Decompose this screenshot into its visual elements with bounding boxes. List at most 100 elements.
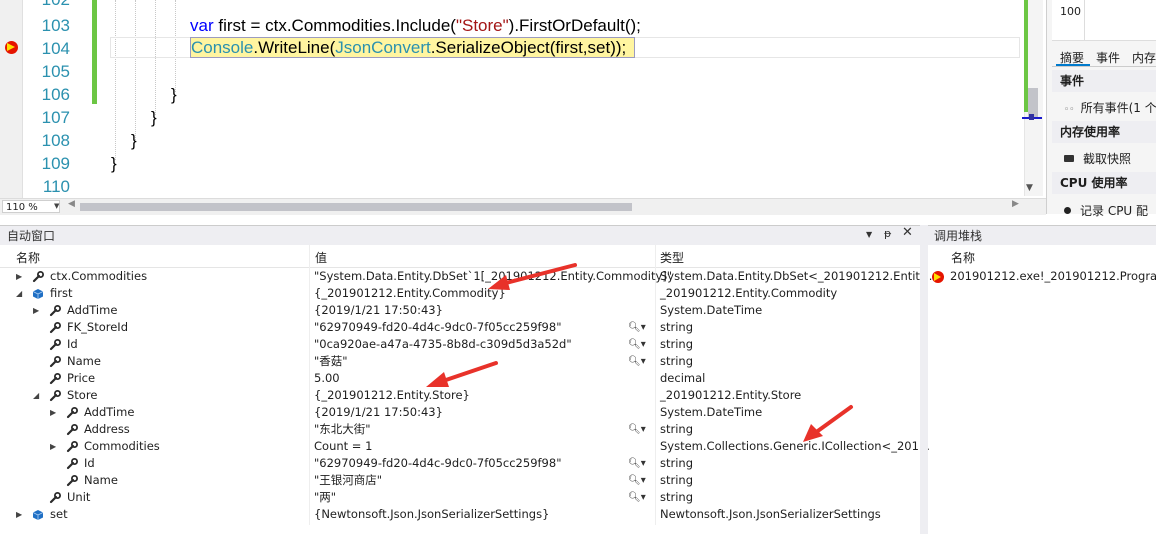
cell-value[interactable]: "王银河商店" (314, 472, 382, 489)
expand-icon[interactable]: ▶ (16, 506, 22, 523)
active-tab-indicator (1056, 64, 1090, 66)
tab-memory[interactable]: 内存 (1132, 49, 1156, 66)
all-events-link[interactable]: ◦◦ 所有事件(1 个 (1064, 99, 1156, 116)
cell-name: ctx.Commodities (50, 269, 148, 283)
change-tracking-bar (92, 0, 97, 104)
property-wrench-icon (32, 271, 44, 283)
text-visualizer-icon[interactable]: 🔍︎▾ (628, 319, 646, 336)
table-row[interactable]: ◢ first {_201901212.Entity.Commodity} _2019… (0, 285, 920, 302)
code-text: ).FirstOrDefault(); (508, 16, 641, 35)
autos-window-titlebar[interactable] (0, 225, 920, 245)
collapse-icon[interactable]: ◢ (33, 387, 39, 404)
filter-icon: ◦◦ (1064, 105, 1075, 115)
text-visualizer-icon[interactable]: 🔍︎▾ (628, 421, 646, 438)
cell-value[interactable]: {2019/1/21 17:50:43} (314, 302, 443, 319)
table-row[interactable]: Id "62970949-fd20-4d4c-9dc0-7f05cc259f98"… (0, 455, 920, 472)
all-events-label: 所有事件(1 个 (1080, 101, 1156, 115)
property-wrench-icon (66, 475, 78, 487)
text-visualizer-icon[interactable]: 🔍︎▾ (628, 472, 646, 489)
pin-icon[interactable]: ᵽ (884, 227, 891, 240)
close-icon[interactable]: ✕ (902, 225, 913, 240)
table-row[interactable]: Unit "两" 🔍︎▾ string (0, 489, 920, 506)
table-row[interactable]: ▶ AddTime {2019/1/21 17:50:43} System.DateT… (0, 404, 920, 421)
table-row[interactable]: Id "0ca920ae-a47a-4735-8b8d-c309d5d3a52d"… (0, 336, 920, 353)
cell-type: string (660, 354, 694, 368)
keyword-var: var (190, 16, 214, 35)
cell-value[interactable]: 5.00 (314, 370, 340, 387)
local-variable-icon (32, 289, 44, 299)
cell-value[interactable]: {Newtonsoft.Json.JsonSerializerSettings} (314, 506, 549, 523)
expand-icon[interactable]: ▶ (50, 404, 56, 421)
cell-type: string (660, 320, 694, 334)
cell-type: string (660, 473, 694, 487)
cell-value[interactable]: "62970949-fd20-4d4c-9dc0-7f05cc259f98" (314, 455, 561, 472)
property-wrench-icon (49, 339, 61, 351)
text-visualizer-icon[interactable]: 🔍︎▾ (628, 489, 646, 506)
scroll-down-icon[interactable]: ▼ (1026, 183, 1033, 193)
table-row[interactable]: FK_StoreId "62970949-fd20-4d4c-9dc0-7f05c… (0, 319, 920, 336)
property-wrench-icon (66, 441, 78, 453)
table-row[interactable]: ▶ AddTime {2019/1/21 17:50:43} System.DateT… (0, 302, 920, 319)
property-wrench-icon (49, 322, 61, 334)
cell-name: AddTime (67, 303, 118, 317)
column-header-name[interactable]: 名称 (16, 249, 40, 266)
cell-value[interactable]: "62970949-fd20-4d4c-9dc0-7f05cc259f98" (314, 319, 561, 336)
chevron-down-icon[interactable]: ▼ (54, 200, 59, 213)
code-line-104[interactable]: Console.WriteLine(JsonConvert.SerializeO… (191, 36, 626, 59)
expand-icon[interactable]: ▶ (33, 302, 39, 319)
take-snapshot-button[interactable]: 截取快照 (1064, 150, 1131, 167)
cell-value[interactable]: "香菇" (314, 353, 348, 370)
cell-name: Name (67, 354, 101, 368)
text-visualizer-icon[interactable]: 🔍︎▾ (628, 336, 646, 353)
table-row[interactable]: ▶ set {Newtonsoft.Json.JsonSerializerSetti… (0, 506, 920, 523)
code-line-103[interactable]: var first = ctx.Commodities.Include("Sto… (190, 14, 641, 37)
editor-horizontal-scroll-thumb[interactable] (80, 203, 632, 211)
code-text: first = ctx.Commodities.Include( (213, 16, 456, 35)
cell-name: Address (84, 422, 130, 436)
cell-value[interactable]: "东北大街" (314, 421, 371, 438)
cell-type: System.DateTime (660, 405, 763, 419)
column-header-value[interactable]: 值 (315, 249, 327, 266)
closing-brace: } (151, 108, 157, 127)
cell-value[interactable]: {2019/1/21 17:50:43} (314, 404, 443, 421)
cell-type: string (660, 490, 694, 504)
graph-divider (1084, 0, 1085, 40)
local-variable-icon (32, 510, 44, 520)
cell-name: Commodities (84, 439, 160, 453)
indent-guide (115, 0, 116, 160)
camera-icon (1064, 155, 1074, 162)
table-row[interactable]: Name "王银河商店" 🔍︎▾ string (0, 472, 920, 489)
table-row[interactable]: Address "东北大街" 🔍︎▾ string (0, 421, 920, 438)
cell-value[interactable]: "两" (314, 489, 336, 506)
code-editor[interactable]: 102 103 104 105 106 107 108 109 110 var … (0, 0, 1046, 214)
breakpoint-margin[interactable] (0, 0, 23, 198)
collapse-icon[interactable]: ◢ (16, 285, 22, 302)
window-menu-chevron-icon[interactable]: ▼ (866, 230, 872, 239)
callstack-column-name[interactable]: 名称 (951, 249, 975, 266)
cell-name: Id (84, 456, 95, 470)
table-row[interactable]: ▶ ctx.Commodities "System.Data.Entity.DbSe… (0, 268, 936, 285)
panel-splitter[interactable] (920, 225, 928, 534)
closing-brace: } (111, 154, 117, 173)
scroll-left-icon[interactable]: ◀ (68, 199, 75, 209)
cell-value[interactable]: Count = 1 (314, 438, 372, 455)
cell-value[interactable]: {_201901212.Entity.Commodity} (314, 285, 506, 302)
column-header-type[interactable]: 类型 (660, 249, 684, 266)
line-number: 102 (22, 0, 70, 11)
cell-value[interactable]: "0ca920ae-a47a-4735-8b8d-c309d5d3a52d" (314, 336, 572, 353)
scroll-right-icon[interactable]: ▶ (1012, 199, 1019, 209)
tab-events[interactable]: 事件 (1096, 49, 1120, 66)
indent-guide (135, 0, 136, 140)
zoom-level-select[interactable]: 110 % (2, 200, 60, 213)
expand-icon[interactable]: ▶ (50, 438, 56, 455)
code-text: .WriteLine( (253, 38, 336, 57)
record-cpu-button[interactable]: 记录 CPU 配 (1064, 202, 1148, 219)
callstack-frame[interactable]: 201901212.exe!_201901212.Program.Ma (950, 269, 1156, 283)
expand-icon[interactable]: ▶ (16, 268, 22, 285)
text-visualizer-icon[interactable]: 🔍︎▾ (628, 353, 646, 370)
text-visualizer-icon[interactable]: 🔍︎▾ (628, 455, 646, 472)
cell-name: FK_StoreId (67, 320, 128, 334)
cell-type: string (660, 422, 694, 436)
cell-type: System.Data.Entity.DbSet<_201901212.Enti… (660, 269, 937, 283)
table-row[interactable]: ▶ Commodities Count = 1 System.Collections.… (0, 438, 930, 455)
